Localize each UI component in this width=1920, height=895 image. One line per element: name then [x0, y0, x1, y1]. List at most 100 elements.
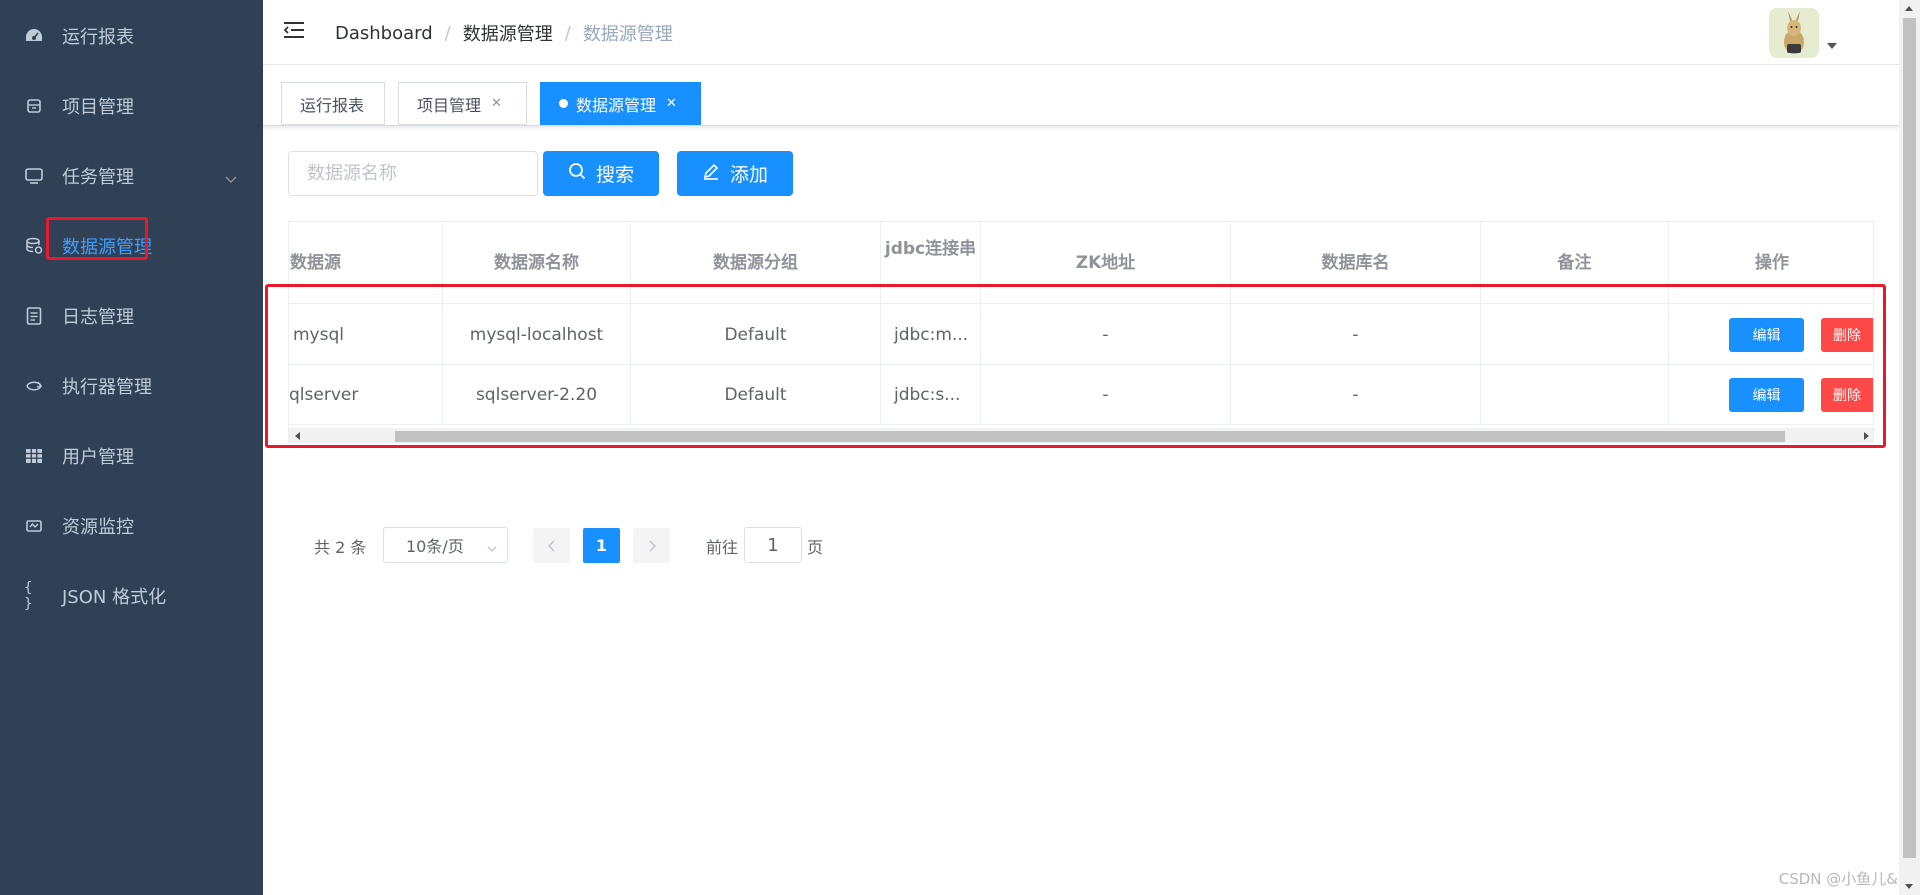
scroll-left-arrow-icon[interactable] [295, 432, 300, 440]
sidebar-item-datasource[interactable]: 数据源管理 [0, 218, 263, 274]
scroll-right-arrow-icon[interactable] [1864, 432, 1869, 440]
cell-db: - [1231, 365, 1481, 425]
dashboard-icon [24, 26, 44, 46]
cell-remark [1481, 365, 1669, 425]
sidebar-item-resource[interactable]: 资源监控 [0, 498, 263, 554]
breadcrumb-item[interactable]: Dashboard [335, 23, 433, 44]
project-icon [24, 96, 44, 116]
edit-button[interactable]: 编辑 [1729, 318, 1804, 352]
scrollbar-thumb[interactable] [1903, 18, 1916, 858]
page-suffix-label: 页 [807, 537, 824, 557]
breadcrumb-item[interactable]: 数据源管理 [463, 20, 553, 46]
monitor-icon [24, 166, 44, 186]
sidebar: 运行报表 项目管理 任务管理 数据源管理 日志管理 执行器管理 用户管理 资源监… [0, 0, 263, 895]
edit-pen-icon [702, 162, 730, 185]
cell-name: sqlserver-2.20 [443, 365, 631, 425]
scroll-down-arrow-icon[interactable] [1905, 884, 1913, 889]
breadcrumb-item: 数据源管理 [582, 24, 673, 45]
close-icon[interactable]: ✕ [491, 96, 502, 111]
sidebar-item-label: 任务管理 [62, 167, 134, 188]
delete-button[interactable]: 删除 [1821, 318, 1873, 352]
add-button[interactable]: 添加 [677, 151, 793, 196]
column-header: jdbc连接串 [881, 222, 981, 304]
table-row: qlserver sqlserver-2.20 Default jdbc:s..… [289, 365, 1873, 425]
cell-datasource: mysql [289, 305, 443, 365]
sidebar-item-label: 资源监控 [62, 517, 134, 538]
sidebar-item-project[interactable]: 项目管理 [0, 78, 263, 134]
page-scrollbar[interactable] [1899, 0, 1920, 895]
close-icon[interactable]: ✕ [666, 96, 677, 111]
sidebar-item-label: JSON 格式化 [62, 587, 167, 608]
horizontal-scrollbar[interactable] [289, 428, 1873, 442]
caret-down-icon[interactable] [1827, 43, 1837, 49]
sidebar-item-json[interactable]: { } JSON 格式化 [0, 568, 263, 624]
sidebar-item-task[interactable]: 任务管理 [0, 148, 263, 204]
watermark: CSDN @小鱼儿& [1778, 870, 1898, 888]
cell-zk: - [981, 305, 1231, 365]
column-header: 数据源分组 [631, 222, 881, 304]
executor-icon [24, 376, 44, 396]
column-header: 数据库名 [1231, 222, 1481, 304]
column-header: 数据源 [289, 222, 443, 304]
tag-label: 运行报表 [300, 95, 365, 115]
search-button-label: 搜索 [595, 164, 634, 186]
cell-datasource: qlserver [289, 365, 443, 425]
log-icon [24, 306, 44, 326]
database-icon [24, 236, 44, 256]
goto-page-input[interactable] [744, 527, 802, 563]
sidebar-item-user[interactable]: 用户管理 [0, 428, 263, 484]
search-input[interactable] [288, 151, 538, 196]
sidebar-item-executor[interactable]: 执行器管理 [0, 358, 263, 414]
table-grid-icon [24, 446, 44, 466]
cell-remark [1481, 305, 1669, 365]
sidebar-item-label: 用户管理 [62, 447, 134, 468]
tag-report[interactable]: 运行报表 [281, 82, 385, 125]
pagination-total: 共 2 条 [314, 537, 367, 557]
sidebar-item-label: 项目管理 [62, 97, 134, 118]
scrollbar-thumb[interactable] [395, 431, 1785, 442]
delete-button[interactable]: 删除 [1821, 378, 1873, 412]
cell-group: Default [631, 305, 881, 365]
tags-view: 运行报表 项目管理 ✕ 数据源管理 ✕ [263, 66, 1899, 126]
column-header: 备注 [1481, 222, 1669, 304]
cell-jdbc: jdbc:m... [881, 305, 981, 365]
resource-icon [24, 516, 44, 536]
search-icon [568, 162, 596, 185]
cell-jdbc: jdbc:s... [881, 365, 981, 425]
table-row: mysql mysql-localhost Default jdbc:m... … [289, 305, 1873, 365]
next-page-button[interactable] [633, 528, 670, 563]
hamburger-icon[interactable] [283, 20, 307, 42]
cell-actions: 编辑 删除 [1669, 305, 1873, 365]
tag-label: 项目管理 [417, 95, 482, 115]
add-button-label: 添加 [729, 164, 768, 186]
sidebar-item-label: 数据源管理 [62, 237, 152, 258]
breadcrumb-separator: / [444, 22, 451, 44]
scroll-up-arrow-icon[interactable] [1905, 6, 1913, 11]
chevron-down-icon [225, 168, 237, 189]
braces-icon: { } [24, 580, 33, 612]
avatar[interactable] [1769, 8, 1819, 58]
goto-label: 前往 [706, 537, 739, 557]
tag-datasource[interactable]: 数据源管理 ✕ [540, 82, 701, 125]
datasource-table: 数据源 数据源名称 数据源分组 jdbc连接串 ZK地址 数据库名 备注 操作 … [288, 221, 1874, 443]
column-header: 操作 [1755, 253, 1789, 273]
active-dot-icon [559, 99, 568, 108]
sidebar-item-label: 日志管理 [62, 307, 134, 328]
chevron-left-icon [547, 539, 555, 552]
sidebar-item-report[interactable]: 运行报表 [0, 8, 263, 64]
prev-page-button[interactable] [533, 528, 570, 563]
cell-actions: 编辑 删除 [1669, 365, 1873, 425]
table-header: 数据源 数据源名称 数据源分组 jdbc连接串 ZK地址 数据库名 备注 操作 [289, 222, 1873, 304]
page-size-select[interactable]: 10条/页 [383, 527, 508, 563]
sidebar-item-label: 运行报表 [62, 27, 134, 48]
navbar: Dashboard / 数据源管理 / 数据源管理 [263, 0, 1920, 65]
breadcrumb: Dashboard / 数据源管理 / 数据源管理 [335, 20, 673, 46]
page-number[interactable]: 1 [583, 528, 620, 563]
chevron-right-icon [648, 539, 656, 552]
sidebar-item-log[interactable]: 日志管理 [0, 288, 263, 344]
search-button[interactable]: 搜索 [543, 151, 659, 196]
tag-label: 数据源管理 [576, 95, 657, 115]
breadcrumb-separator: / [564, 22, 571, 44]
tag-project[interactable]: 项目管理 ✕ [398, 82, 527, 125]
edit-button[interactable]: 编辑 [1729, 378, 1804, 412]
